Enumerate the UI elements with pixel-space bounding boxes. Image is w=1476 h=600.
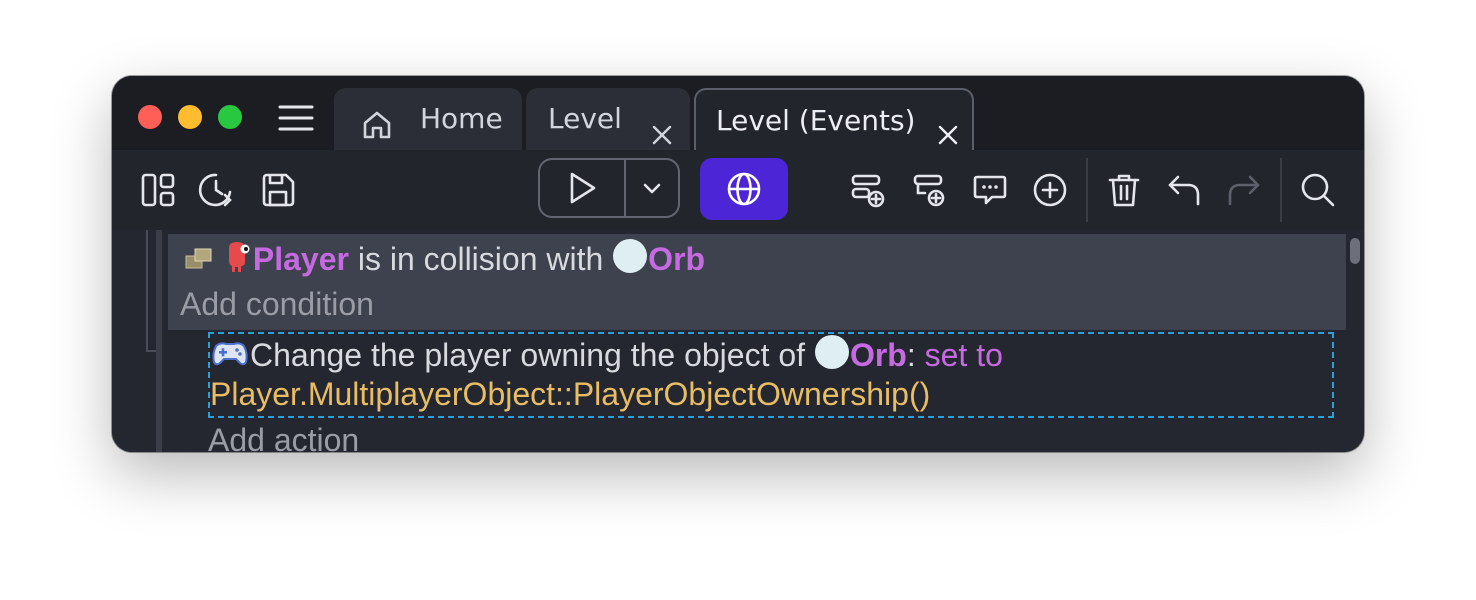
play-button[interactable] — [540, 160, 624, 216]
conditions-block[interactable]: Player is in collision with Orb Add cond… — [168, 234, 1346, 330]
collision-icon — [184, 244, 214, 282]
toolbar-separator — [1086, 158, 1088, 222]
add-subevent-icon[interactable] — [912, 172, 948, 208]
add-comment-icon[interactable] — [972, 172, 1008, 208]
condition-text: is in collision with — [348, 241, 613, 277]
tree-guide-line — [146, 350, 156, 352]
action-text: Change the player owning the object of — [250, 337, 814, 373]
delete-icon[interactable] — [1106, 172, 1142, 208]
network-preview-button[interactable] — [700, 158, 788, 220]
orb-icon — [814, 334, 850, 378]
tree-guide-line — [146, 230, 148, 352]
orb-object-name: Orb — [648, 241, 706, 277]
globe-icon — [727, 172, 761, 206]
add-condition-button[interactable]: Add condition — [180, 286, 374, 323]
chevron-down-icon — [643, 183, 661, 194]
home-icon — [360, 102, 394, 139]
player-object-name: Player — [252, 241, 349, 277]
undo-icon[interactable] — [1166, 172, 1202, 208]
condition-row[interactable]: Player is in collision with Orb — [184, 238, 705, 282]
action-row[interactable]: Change the player owning the object of O… — [208, 332, 1334, 418]
event-indent-bar — [156, 230, 162, 452]
tab-label: Level — [548, 102, 622, 135]
operator-text: set to — [924, 337, 1003, 373]
events-sheet[interactable]: Player is in collision with Orb Add cond… — [112, 230, 1364, 452]
orb-icon — [612, 238, 648, 282]
close-window-button[interactable] — [138, 105, 162, 129]
save-icon[interactable] — [260, 172, 296, 208]
add-action-button[interactable]: Add action — [208, 422, 359, 452]
tab-level[interactable]: Level — [526, 88, 690, 150]
hamburger-menu-icon[interactable] — [278, 104, 314, 132]
add-other-icon[interactable] — [1032, 172, 1068, 208]
toolbar — [112, 150, 1364, 230]
close-tab-icon[interactable] — [936, 107, 960, 145]
toolbar-separator — [1280, 158, 1282, 222]
minimize-window-button[interactable] — [178, 105, 202, 129]
play-icon — [570, 172, 596, 204]
player-sprite-icon — [223, 240, 253, 282]
maximize-window-button[interactable] — [218, 105, 242, 129]
preview-button-group — [538, 158, 680, 218]
tab-label: Home — [420, 102, 503, 135]
tab-home[interactable]: Home — [334, 88, 522, 150]
redo-icon[interactable] — [1226, 172, 1262, 208]
multiplayer-gamepad-icon — [210, 336, 250, 378]
preview-options-button[interactable] — [626, 160, 678, 216]
separator: : — [906, 337, 925, 373]
history-icon[interactable] — [198, 172, 234, 208]
tab-label: Level (Events) — [716, 104, 916, 137]
vertical-scrollbar[interactable] — [1350, 238, 1360, 264]
action-expression: Player.MultiplayerObject::PlayerObjectOw… — [210, 376, 931, 412]
tab-level-events[interactable]: Level (Events) — [694, 88, 974, 150]
app-window: Home Level Level (Events) Player is in c… — [112, 76, 1364, 452]
title-bar: Home Level Level (Events) — [112, 76, 1364, 150]
panels-icon[interactable] — [140, 172, 176, 208]
orb-object-name: Orb — [849, 337, 907, 373]
search-icon[interactable] — [1300, 172, 1336, 208]
add-event-icon[interactable] — [850, 172, 886, 208]
action-line-1: Change the player owning the object of O… — [210, 334, 1003, 378]
close-tab-icon[interactable] — [650, 107, 674, 145]
